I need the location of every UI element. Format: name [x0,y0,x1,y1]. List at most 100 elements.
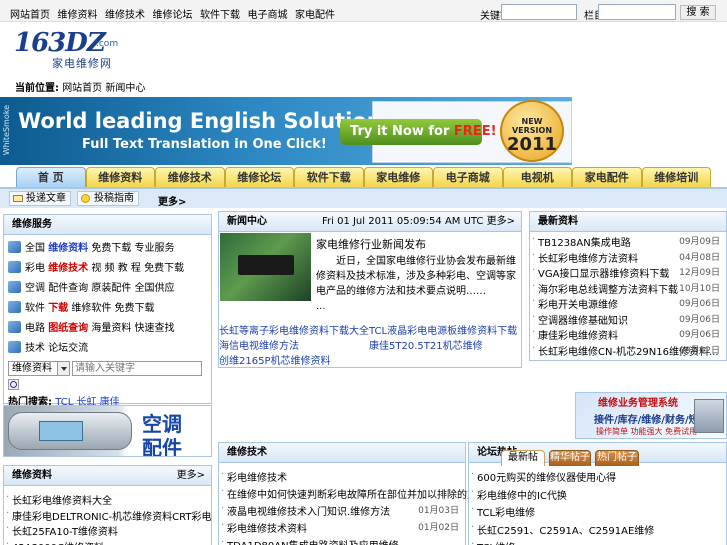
news-link[interactable]: 创维2165P机芯维修资料 [219,352,330,367]
list-item[interactable]: 彩电开关电源维修 09月06日 [532,296,720,311]
logo-com: .com [96,39,119,49]
forum-tab-latest[interactable]: 最新帖 [501,450,545,466]
news-box: 新闻中心 Fri 01 Jul 2011 05:09:54 AM UTC 更多>… [218,211,522,368]
service-row[interactable]: 软件 下载 维修软件 免费下载 [8,299,155,314]
tab-item[interactable]: 维修培训 [641,167,711,187]
topnav-item[interactable]: 维修资料 [58,6,106,21]
topnav-item[interactable]: 维修论坛 [153,6,201,21]
list-item[interactable]: 长虹彩电维修资料大全 [6,492,205,507]
search-icon[interactable] [8,379,19,390]
column-input[interactable] [598,4,676,20]
service-c: 原装配件 全国供应 [91,283,175,294]
latest-title: 最新资料 [530,212,726,232]
submit-guide-button[interactable]: 投稿指南 [77,191,139,206]
list-item-date: 10月10日 [679,283,720,294]
tab-item[interactable]: 维修技术 [155,167,225,187]
list-item[interactable]: TCL彩电维修 [471,504,720,519]
list-item-text: 彩电开关电源维修 [538,300,618,311]
service-row[interactable]: 空调 配件查询 原装配件 全国供应 [8,279,175,294]
news-link[interactable]: 康佳5T20.5T21机芯维修 [369,337,483,352]
logo-subtitle: 家电维修网 [52,57,112,70]
repair-more-link[interactable]: 更多> [177,466,205,485]
summary-text: 近日，全国家电维修行业协会发布最新维修资料及技术标准，涉及多种彩电、空调等家电产… [316,256,516,297]
tab-item[interactable]: 家电维修 [363,167,433,187]
seal-year: 2011 [506,134,558,155]
service-row[interactable]: 电路 图纸查询 海量资料 快速查找 [8,319,175,334]
tab-item[interactable]: 电视机 [502,167,572,187]
forum-tab-elite[interactable]: 精华帖子 [549,450,591,466]
list-item-text: 长虹彩电维修方法资料 [538,253,638,265]
ad-banner[interactable]: WhiteSmoke World leading English Solutio… [0,97,572,165]
list-item[interactable]: 长虹C2591、C2591A、C2591AE维修 [471,522,720,537]
list-item[interactable]: 600元购买的维修仪器使用心得 [471,469,720,484]
service-c: 海量资料 快速查找 [91,323,175,334]
list-item[interactable]: 彩电维修中的IC代换 [471,487,720,502]
search-type-select[interactable]: 维修资料 [8,361,70,376]
topnav-item[interactable]: 电子商城 [248,6,296,21]
list-item[interactable]: 彩电维修技术资料 01月02日 [221,520,459,535]
list-item[interactable]: 液晶电视维修技术入门知识.维修方法 01月03日 [221,503,459,518]
service-a: 电路 [25,323,45,334]
site-logo[interactable]: 163DZ .com 家电维修网 [14,28,124,70]
tab-item[interactable]: 软件下载 [294,167,364,187]
news-thumbnail[interactable] [220,233,311,301]
service-b[interactable]: 维修技术 [48,263,88,274]
list-item[interactable]: 彩电维修技术 [221,469,459,484]
new-version-seal: NEW VERSION 2011 [500,100,564,162]
banner-cta-button[interactable]: Try it Now for FREE! [340,119,497,145]
list-item[interactable]: 康佳彩电DELTRONIC-机芯维修资料CRT彩电 [6,508,211,523]
list-item[interactable]: 长虹彩电维修方法资料 04月08日 [532,250,720,265]
news-link[interactable]: 长虹等离子彩电维修资料下载大全 [219,322,369,337]
list-item[interactable]: TB1238AN集成电路 09月09日 [532,234,720,249]
list-item[interactable]: 空调器维修基础知识 09月06日 [532,312,720,327]
chevron-down-icon[interactable] [57,362,69,375]
list-item[interactable]: VGA接口显示器维修资料下载 12月09日 [532,265,720,280]
topnav-item[interactable]: 网站首页 [10,6,58,21]
submit-article-button[interactable]: 投递文章 [9,191,71,206]
banner-subline: Full Text Translation in One Click! [82,137,327,152]
list-item[interactable]: 42A3000C维修资料 [6,539,205,545]
ac-parts-ad[interactable]: 空调 配件 [3,405,212,457]
list-item-text: VGA接口显示器维修资料下载 [538,269,670,280]
tab-item[interactable]: 维修资料 [85,167,155,187]
service-row[interactable]: 技术 论坛交流 [8,339,88,354]
service-b[interactable]: 配件查询 [48,283,88,294]
list-item[interactable]: 海尔彩电总线调整方法资料下载10月10日 [532,281,720,296]
search-button[interactable]: 搜 索 [680,5,716,20]
service-b[interactable]: 下载 [48,303,68,314]
tab-item[interactable]: 家电配件 [572,167,642,187]
list-item[interactable]: TDA1D80AN集成电路资料及应用维修 [221,537,459,545]
keyword-input[interactable] [501,4,577,20]
service-row[interactable]: 彩电 维修技术 视 频 教 程 免费下载 [8,259,184,274]
breadcrumb-path[interactable]: 网站首页 新闻中心 [62,83,145,94]
services-box: 维修服务 全国 维修资料 免费下载 专业服务 彩电 维修技术 视 频 教 程 免费… [3,214,212,408]
repair-system-ad[interactable]: 维修业务管理系统 接件/库存/维修/财务/短信 操作简单 功能强大 免费试用 [575,392,727,439]
ad-right-tagline: 操作简单 功能强大 免费试用 [596,427,698,436]
tab-item[interactable]: 电子商城 [433,167,503,187]
service-search-input[interactable] [72,361,202,376]
service-b[interactable]: 图纸查询 [48,323,88,334]
list-item[interactable]: 在维修中如何快速判断彩电故障所在部位并加以排除的方法与技巧介绍... [221,486,547,501]
list-item[interactable]: 长虹25FA10-T维修资料 [6,523,205,538]
service-a: 软件 [25,303,45,314]
list-item[interactable]: 长虹彩电维修CN-机芯29N16维修资料...08月02日 [532,343,720,358]
news-link[interactable]: TCL液晶彩电电源板维修资料下载 [369,322,517,337]
service-row[interactable]: 全国 维修资料 免费下载 专业服务 [8,239,175,254]
topnav-item[interactable]: 家电配件 [295,6,343,21]
tab-item[interactable]: 维修论坛 [224,167,294,187]
news-link[interactable]: 海信电视维修方法 [219,337,299,352]
list-item[interactable]: TCL维修 [471,539,720,545]
service-b[interactable]: 维修资料 [48,243,88,254]
service-b[interactable]: 论坛交流 [48,343,88,354]
news-headline[interactable]: 家电维修行业新闻发布 [316,236,426,252]
service-c: 维修软件 免费下载 [71,303,155,314]
news-more-link[interactable]: 更多> [487,216,515,227]
list-item[interactable]: 康佳彩电维修资料 09月06日 [532,327,720,342]
subbar-more-link[interactable]: 更多> [158,193,186,208]
list-item-text: 液晶电视维修技术入门知识.维修方法 [227,507,391,518]
forum-tab-hot[interactable]: 热门帖子 [595,450,639,466]
tab-home[interactable]: 首 页 [16,167,86,187]
topnav-item[interactable]: 软件下载 [200,6,248,21]
topnav-item[interactable]: 维修技术 [105,6,153,21]
service-icon [8,321,21,333]
